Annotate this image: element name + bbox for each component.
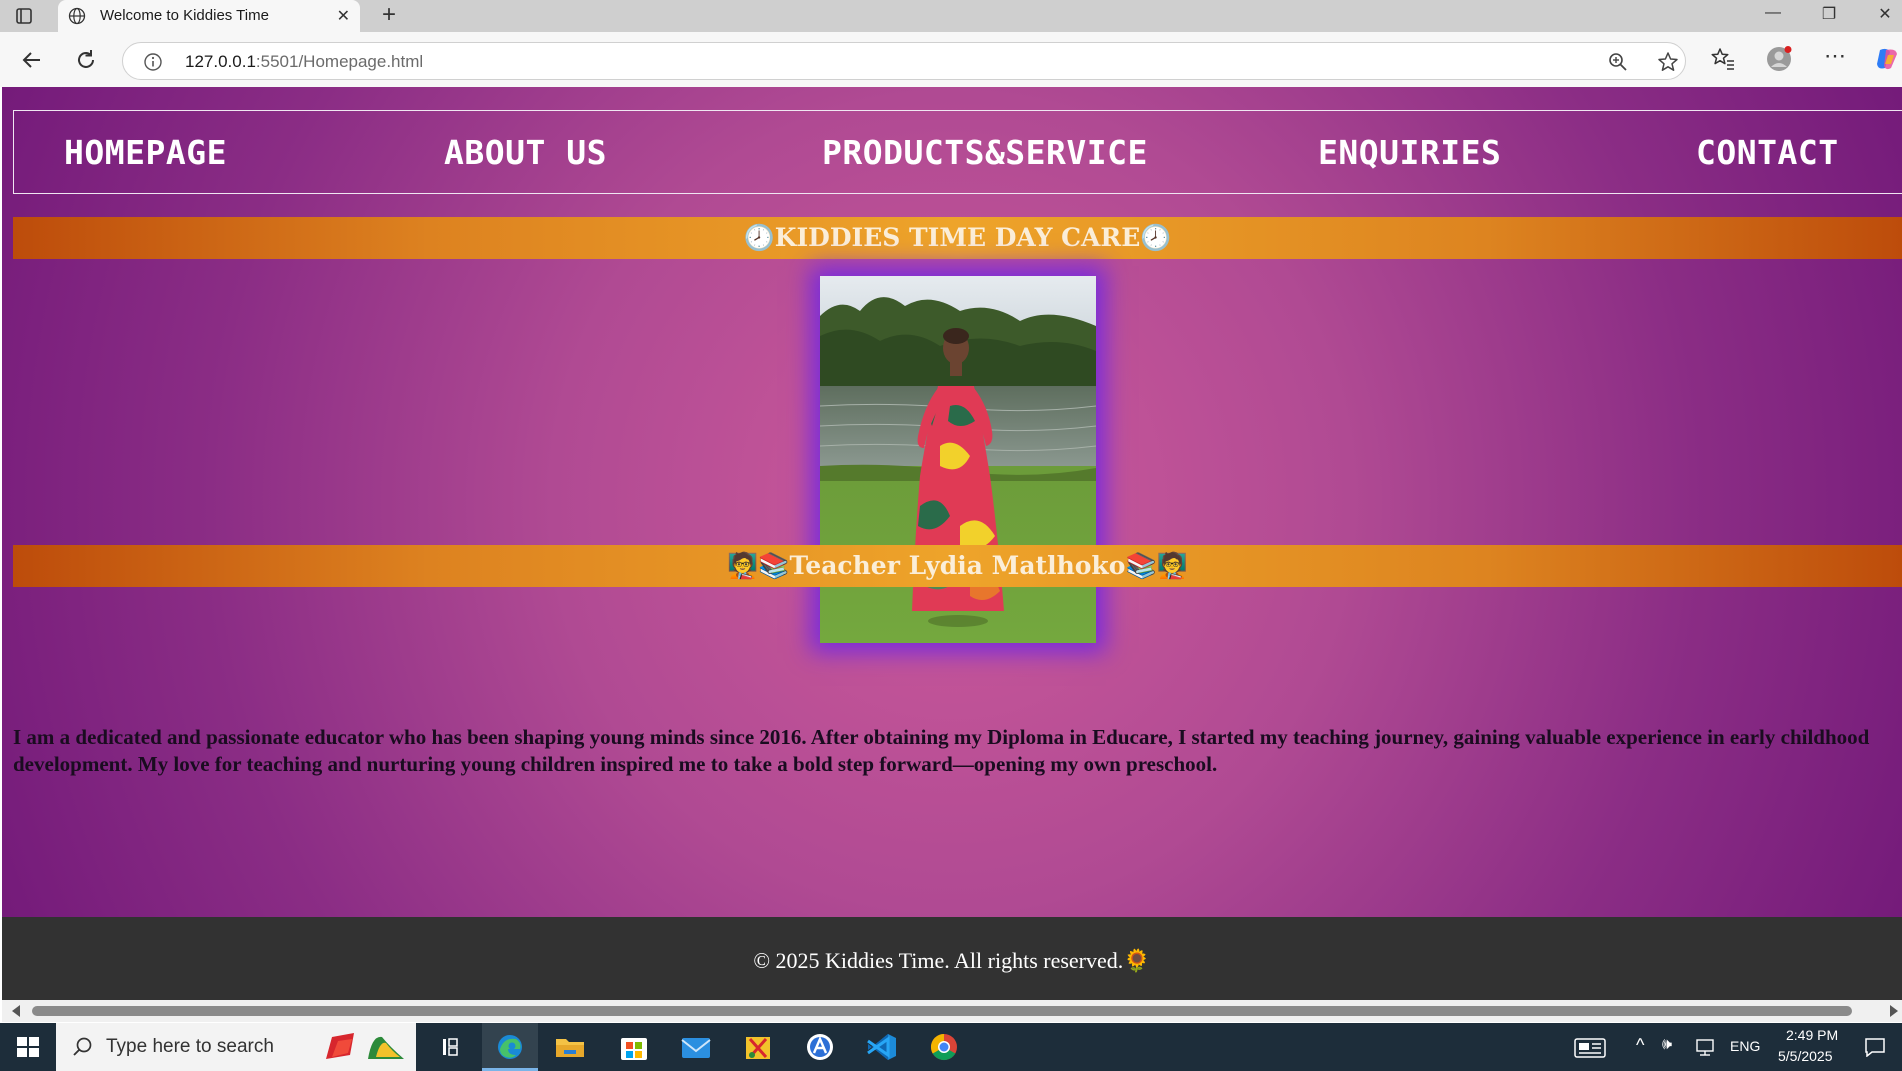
books-teacher-icon: 📚🧑‍🏫 (1125, 551, 1188, 580)
app-icon[interactable] (798, 1029, 842, 1065)
favorites-icon[interactable] (1710, 46, 1736, 72)
clock-icon: 🕗 (1140, 223, 1172, 252)
tab-actions-icon[interactable] (14, 6, 34, 26)
main-navigation: HOMEPAGE ABOUT US PRODUCTS&SERVICE ENQUI… (13, 110, 1902, 194)
site-title-banner: 🕗KIDDIES TIME DAY CARE🕗 (13, 217, 1902, 259)
copilot-icon[interactable] (1874, 46, 1900, 72)
url-text[interactable]: 127.0.0.1:5501/Homepage.html (185, 52, 423, 72)
browser-tab-strip: Welcome to Kiddies Time ✕ + — ❐ ✕ (0, 0, 1902, 32)
task-view-icon[interactable] (428, 1029, 472, 1065)
zoom-icon[interactable] (1607, 51, 1629, 73)
notifications-icon[interactable] (1864, 1037, 1886, 1057)
teacher-photo-image (820, 276, 1096, 643)
scrollbar-thumb[interactable] (32, 1006, 1852, 1016)
clock-time[interactable]: 2:49 PM (1786, 1027, 1838, 1043)
chrome-icon[interactable] (922, 1029, 966, 1065)
microsoft-store-icon[interactable] (612, 1029, 656, 1065)
news-widget-icon[interactable] (1574, 1037, 1606, 1059)
sunflower-icon: 🌻 (1123, 949, 1151, 974)
windows-start-icon[interactable] (0, 1023, 56, 1071)
address-bar[interactable]: 127.0.0.1:5501/Homepage.html (122, 42, 1686, 80)
site-info-icon[interactable] (143, 52, 163, 72)
scroll-right-arrow-icon[interactable] (1890, 1005, 1898, 1017)
mail-icon[interactable] (674, 1029, 718, 1065)
teacher-photo (820, 276, 1096, 643)
favorite-star-icon[interactable] (1657, 51, 1679, 73)
more-options-icon[interactable]: ⋯ (1822, 45, 1848, 72)
site-title: 🕗KIDDIES TIME DAY CARE🕗 (743, 223, 1172, 252)
nav-enquiries[interactable]: ENQUIRIES (1318, 133, 1501, 172)
teacher-books-icon: 🧑‍🏫📚 (727, 551, 790, 580)
page-footer: © 2025 Kiddies Time. All rights reserved… (2, 917, 1902, 1000)
language-indicator[interactable]: ENG (1730, 1038, 1760, 1054)
scroll-left-arrow-icon[interactable] (12, 1005, 20, 1017)
edge-taskbar-active[interactable] (482, 1023, 538, 1071)
globe-icon (68, 7, 86, 25)
volume-icon[interactable]: 🕪 (1662, 1036, 1672, 1054)
tab-title: Welcome to Kiddies Time (100, 7, 269, 24)
windows-taskbar: Type here to search ^ 🕪 ENG 2:49 PM 5/5/… (0, 1023, 1902, 1071)
browser-tab-active[interactable]: Welcome to Kiddies Time ✕ (58, 0, 360, 32)
close-window-icon[interactable]: ✕ (1870, 4, 1900, 24)
snipping-tool-icon[interactable] (736, 1029, 780, 1065)
back-icon[interactable] (18, 46, 46, 74)
taskbar-search[interactable]: Type here to search (56, 1023, 416, 1071)
close-tab-icon[interactable]: ✕ (337, 6, 350, 26)
vscode-icon[interactable] (860, 1029, 904, 1065)
teacher-name: 🧑‍🏫📚Teacher Lydia Matlhoko📚🧑‍🏫 (727, 551, 1188, 580)
minimize-icon[interactable]: — (1758, 4, 1788, 22)
nav-homepage[interactable]: HOMEPAGE (64, 133, 227, 172)
restore-icon[interactable]: ❐ (1814, 4, 1844, 24)
network-icon[interactable] (1694, 1038, 1716, 1056)
search-highlight-icon (326, 1033, 404, 1059)
show-hidden-icons-icon[interactable]: ^ (1636, 1035, 1644, 1056)
reload-icon[interactable] (72, 46, 100, 74)
profile-avatar-icon[interactable] (1766, 46, 1792, 72)
page-body: HOMEPAGE ABOUT US PRODUCTS&SERVICE ENQUI… (2, 87, 1902, 917)
teacher-name-banner: 🧑‍🏫📚Teacher Lydia Matlhoko📚🧑‍🏫 (13, 545, 1902, 587)
nav-about-us[interactable]: ABOUT US (444, 133, 607, 172)
page-viewport: HOMEPAGE ABOUT US PRODUCTS&SERVICE ENQUI… (2, 87, 1902, 1000)
clock-date[interactable]: 5/5/2025 (1778, 1048, 1833, 1064)
search-icon (73, 1037, 92, 1056)
file-explorer-icon[interactable] (548, 1029, 592, 1065)
copyright-text: © 2025 Kiddies Time. All rights reserved… (753, 948, 1151, 974)
nav-contact[interactable]: CONTACT (1696, 133, 1839, 172)
horizontal-scrollbar[interactable] (2, 1000, 1902, 1022)
search-placeholder: Type here to search (106, 1036, 274, 1057)
new-tab-icon[interactable]: + (376, 2, 402, 28)
edge-icon (498, 1035, 522, 1059)
clock-icon: 🕗 (743, 223, 775, 252)
teacher-bio: I am a dedicated and passionate educator… (13, 725, 1870, 776)
nav-products-service[interactable]: PRODUCTS&SERVICE (822, 133, 1148, 172)
browser-toolbar: 127.0.0.1:5501/Homepage.html ⋯ (0, 32, 1902, 87)
